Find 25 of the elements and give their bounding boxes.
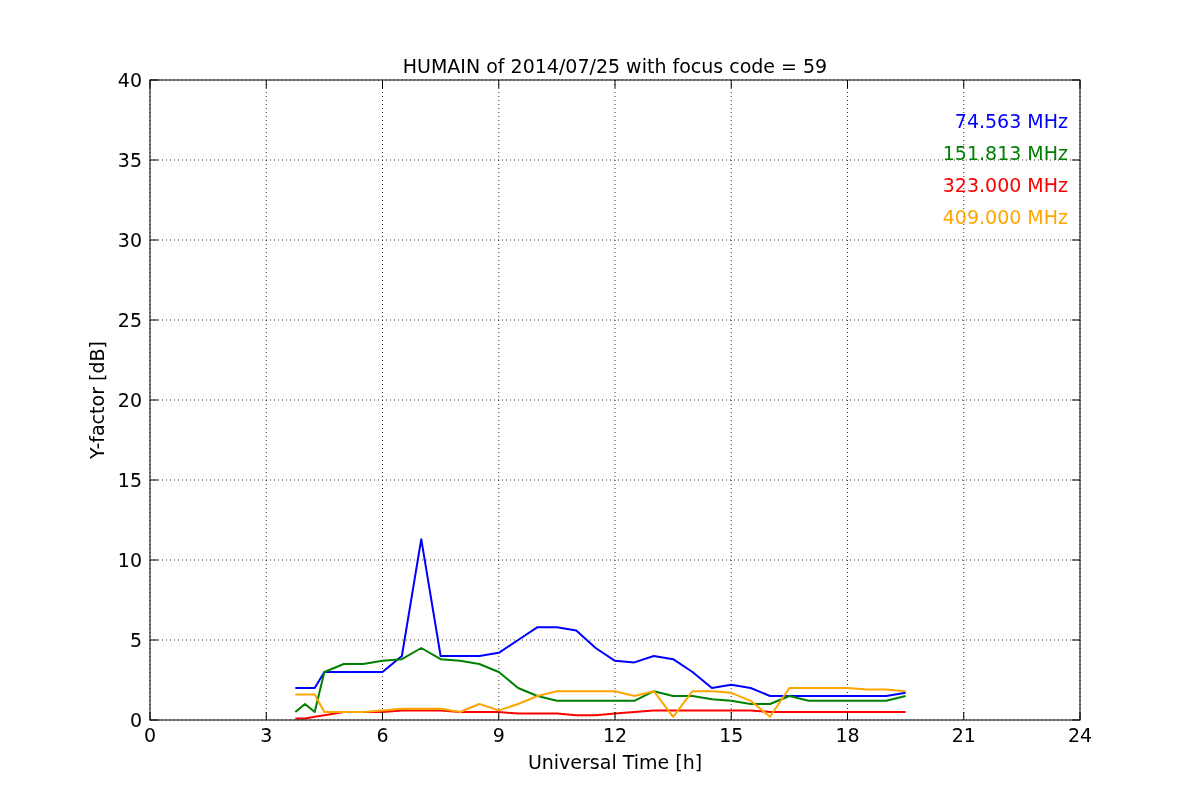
y-tick-label: 25 — [117, 309, 142, 331]
y-tick-label: 35 — [117, 149, 142, 171]
x-tick-label: 21 — [951, 724, 976, 746]
x-axis-label: Universal Time [h] — [527, 751, 703, 773]
y-tick-label: 30 — [117, 229, 142, 251]
y-tick-label: 10 — [117, 549, 142, 571]
y-tick-label: 5 — [129, 629, 142, 651]
y-tick-label: 20 — [117, 389, 142, 411]
legend-label: 323.000 MHz — [942, 174, 1068, 196]
y-tick-label: 40 — [117, 69, 142, 91]
x-tick-label: 9 — [492, 724, 505, 746]
x-tick-label: 3 — [260, 724, 273, 746]
chart-title: HUMAIN of 2014/07/25 with focus code = 59 — [402, 55, 828, 77]
x-tick-label: 15 — [719, 724, 744, 746]
legend-label: 151.813 MHz — [942, 142, 1068, 164]
x-tick-label: 18 — [835, 724, 860, 746]
legend-label: 74.563 MHz — [954, 110, 1068, 132]
legend-label: 409.000 MHz — [942, 206, 1068, 228]
y-axis-label: Y-factor [dB] — [86, 341, 108, 459]
y-tick-label: 0 — [129, 709, 142, 731]
x-tick-label: 24 — [1067, 724, 1093, 746]
x-tick-label: 0 — [143, 724, 157, 746]
y-tick-label: 15 — [117, 469, 142, 491]
x-tick-label: 6 — [376, 724, 389, 746]
x-tick-label: 12 — [602, 724, 628, 746]
